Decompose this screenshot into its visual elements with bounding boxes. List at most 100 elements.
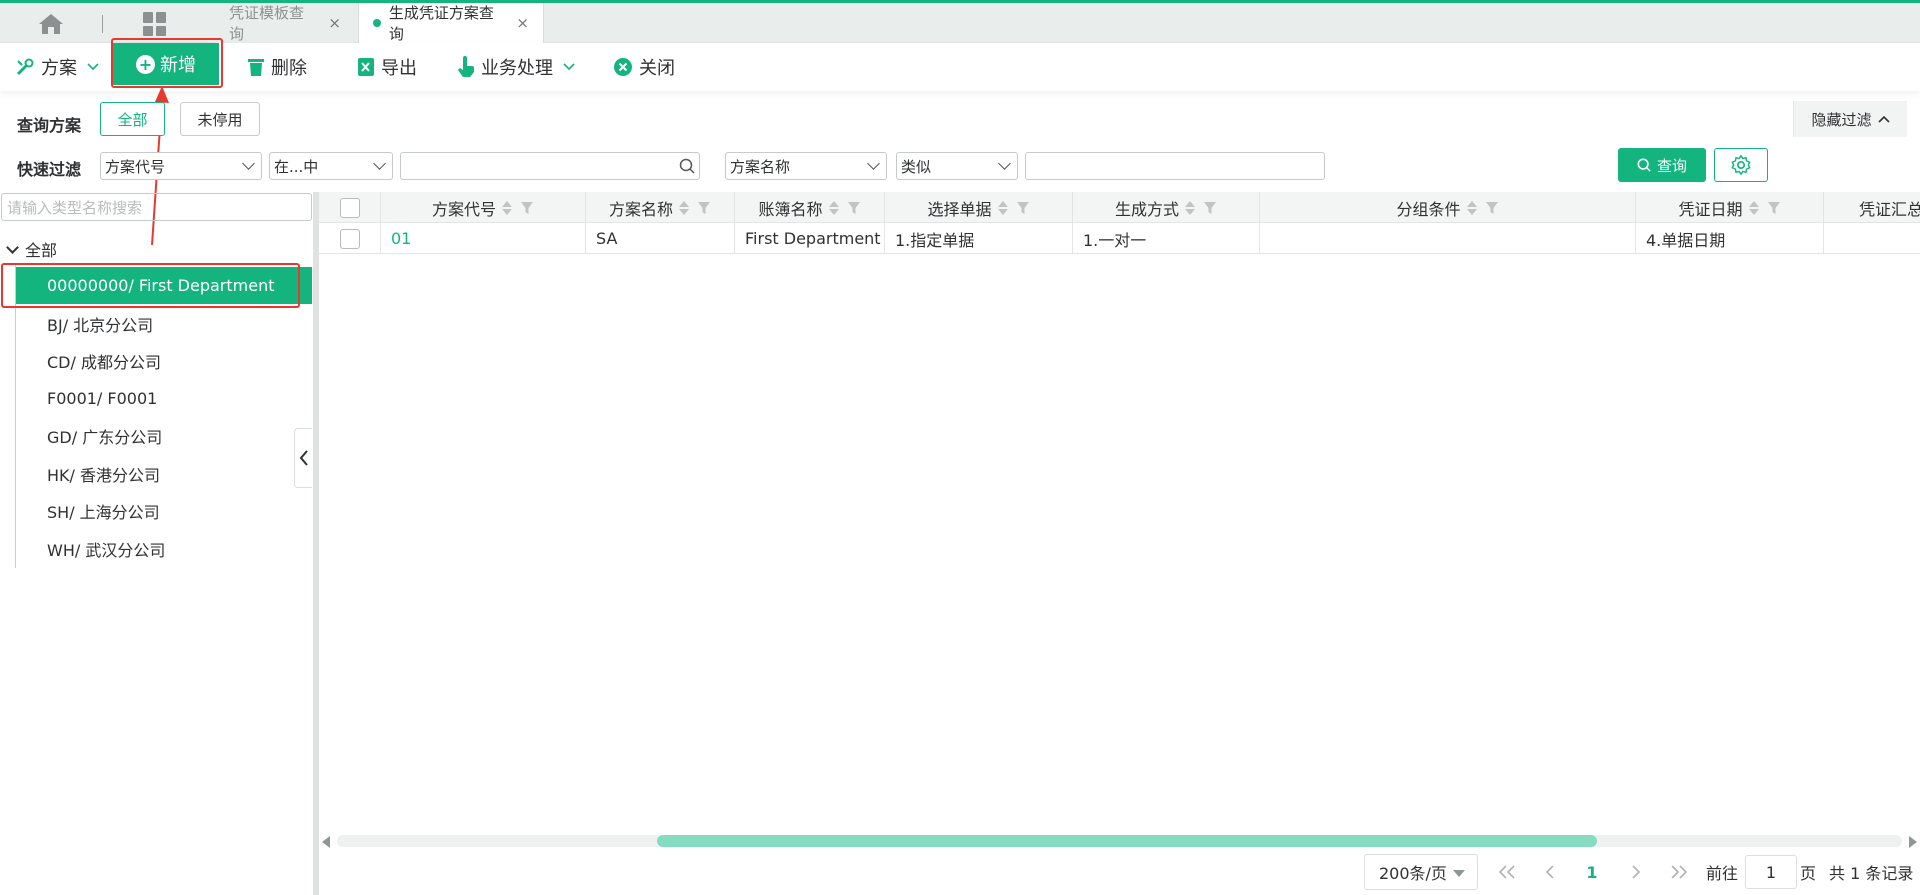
column-header-select-document[interactable]: 选择单据 [885,192,1073,223]
tree-item-label: SH/ 上海分公司 [47,502,160,522]
home-icon[interactable] [38,13,64,35]
new-button[interactable]: + 新增 [113,43,219,85]
horizontal-scrollbar[interactable] [319,832,1920,850]
filter-funnel-icon[interactable] [1485,201,1499,215]
prev-page-button[interactable] [1538,856,1562,888]
goto-label: 前往 [1706,864,1739,883]
scroll-thumb[interactable] [657,835,1597,847]
column-header-grouping-condition[interactable]: 分组条件 [1260,192,1636,223]
tree-item-wh[interactable]: WH/ 武汉分公司 [16,530,312,567]
tree-root-label: 全部 [25,241,58,260]
tab-label: 凭证模板查询 [229,4,305,43]
tab-voucher-template-query[interactable]: 凭证模板查询 × [215,3,355,43]
column-header-scheme-name[interactable]: 方案名称 [586,192,735,223]
filter2-operator-select[interactable]: 类似 [896,152,1018,180]
column-header-generation-method[interactable]: 生成方式 [1073,192,1260,223]
column-header-scheme-code[interactable]: 方案代号 [381,192,586,223]
scroll-right-arrow-icon[interactable] [1909,836,1917,848]
gear-icon [1731,155,1751,175]
search-icon[interactable] [679,158,695,174]
tab-separator [102,15,103,33]
tree-item-hk[interactable]: HK/ 香港分公司 [16,455,312,492]
collapse-panel-handle[interactable] [294,428,312,488]
filter-funnel-icon[interactable] [1767,201,1781,215]
tree-item-label: BJ/ 北京分公司 [47,315,154,335]
filter2-value-input[interactable] [1025,152,1325,180]
filter1-field-select[interactable]: 方案代号 [100,152,262,180]
plus-circle-icon: + [136,54,155,74]
tree-item-label: 00000000/ First Department [47,276,275,295]
page-size-select[interactable]: 200条/页 [1364,854,1478,890]
query-button[interactable]: 查询 [1618,148,1706,182]
tree-search-placeholder: 请输入类型名称搜索 [7,198,143,217]
sort-icon[interactable] [828,200,839,215]
column-label: 分组条件 [1396,199,1461,219]
double-chevron-right-icon [1671,865,1688,879]
last-page-button[interactable] [1666,856,1692,888]
select-all-checkbox[interactable] [339,197,360,218]
caret-down-icon [1453,870,1465,877]
cell-select-document: 1.指定单据 [885,223,1073,254]
cell-scheme-code[interactable]: 01 [381,223,586,254]
tab-generate-voucher-scheme-query[interactable]: 生成凭证方案查询 × [358,3,544,43]
filter-funnel-icon[interactable] [1016,201,1030,215]
close-icon[interactable]: × [516,14,529,32]
chevron-up-icon [1877,115,1890,123]
tree-item-sh[interactable]: SH/ 上海分公司 [16,492,312,529]
tree-item-label: F0001/ F0001 [47,389,158,408]
tree-search-input[interactable]: 请输入类型名称搜索 [1,193,312,221]
current-page-number[interactable]: 1 [1580,856,1604,888]
business-process-menu-button[interactable]: 业务处理 [457,43,581,91]
scheme-chip-all[interactable]: 全部 [100,102,165,136]
filter-funnel-icon[interactable] [520,201,534,215]
tree-root-all[interactable]: 全部 [6,237,57,261]
tree-item-gd[interactable]: GD/ 广东分公司 [16,417,312,454]
sort-icon[interactable] [997,200,1008,215]
tree-item-bj[interactable]: BJ/ 北京分公司 [16,305,312,342]
filter-funnel-icon[interactable] [847,201,861,215]
filter2-field-select[interactable]: 方案名称 [725,152,887,180]
delete-button[interactable]: 删除 [247,43,307,91]
page-unit-label: 页 [1800,864,1817,883]
close-button[interactable]: 关闭 [613,43,675,91]
hide-filter-toggle[interactable]: 隐藏过滤 [1793,101,1907,137]
tree-item-cd[interactable]: CD/ 成都分公司 [16,342,312,379]
total-records-label: 共 1 条记录 [1829,864,1914,883]
next-page-button[interactable] [1624,856,1648,888]
close-icon[interactable]: × [328,14,341,32]
sort-icon[interactable] [1748,200,1759,215]
sort-icon[interactable] [502,200,512,215]
close-circle-icon [614,58,632,76]
filter-funnel-icon[interactable] [697,201,711,215]
scheme-chip-enabled[interactable]: 未停用 [180,102,260,136]
sort-icon[interactable] [1466,200,1477,215]
table-row[interactable]: 01 SA First Department 1.指定单据 1.一对一 4.单据… [319,223,1920,254]
row-checkbox[interactable] [339,228,360,249]
column-label: 选择单据 [927,199,992,219]
filter-funnel-icon[interactable] [1203,201,1217,215]
column-header-voucher-summary[interactable]: 凭证汇总 [1824,192,1920,223]
column-label: 生成方式 [1114,199,1179,219]
first-page-button[interactable] [1494,856,1520,888]
column-label: 凭证日期 [1678,199,1743,219]
settings-button[interactable] [1714,148,1768,182]
cell-grouping-condition [1260,223,1636,254]
excel-icon [358,58,374,76]
filter1-value-input[interactable] [400,152,700,180]
scheme-menu-button[interactable]: 方案 [15,43,105,91]
sort-icon[interactable] [1185,200,1195,215]
panel-splitter[interactable] [313,192,319,895]
filter1-operator-select[interactable]: 在...中 [269,152,393,180]
column-header-ledger-name[interactable]: 账簿名称 [735,192,885,223]
tree-item-f0001[interactable]: F0001/ F0001 [16,380,312,417]
scroll-left-arrow-icon[interactable] [322,836,330,848]
apps-grid-icon[interactable] [143,12,167,36]
column-header-voucher-date[interactable]: 凭证日期 [1636,192,1824,223]
export-button[interactable]: 导出 [357,43,417,91]
filter2-field-value: 方案名称 [730,157,791,176]
tree-item-first-department[interactable]: 00000000/ First Department [16,267,312,304]
hide-filter-label: 隐藏过滤 [1811,110,1872,129]
goto-page-input[interactable]: 1 [1745,855,1797,889]
sort-icon[interactable] [679,200,689,215]
search-icon [1637,158,1651,172]
